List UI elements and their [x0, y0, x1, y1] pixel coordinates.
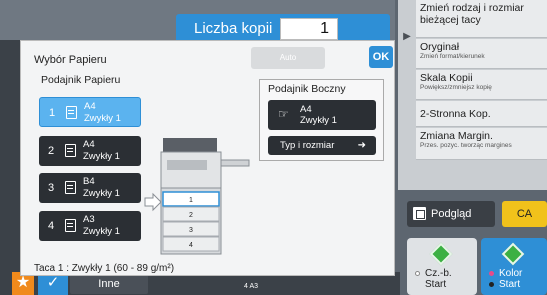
- color-dot-icon: [489, 282, 494, 287]
- menu-title: Zmiana Margin.: [420, 130, 493, 142]
- tray-info: 4 A3: [244, 283, 259, 290]
- preview-icon: [413, 207, 426, 220]
- tray-size: A3: [83, 214, 95, 225]
- menu-title: 2-Stronna Kop.: [420, 108, 491, 120]
- tray-size: A4: [83, 139, 95, 150]
- side-tray-box: Podajnik Boczny ☞ A4 Zwykły 1 Typ i rozm…: [259, 79, 384, 161]
- printer-tray-label: 2: [189, 212, 193, 219]
- tray-button-1[interactable]: 1 A4 Zwykły 1: [39, 97, 141, 127]
- paper-icon: [65, 144, 76, 157]
- tray-button-3[interactable]: 3 B4 Zwykły 1: [39, 173, 141, 203]
- printer-illustration: 1 2 3 4: [144, 138, 250, 255]
- ca-button[interactable]: CA: [502, 201, 547, 227]
- menu-scale[interactable]: Skala Kopii Powiększ/zmniejsz kopię: [416, 70, 547, 100]
- tray-text: A4 Zwykły 1: [83, 139, 120, 163]
- tray-number: 4: [48, 220, 55, 232]
- type-size-button[interactable]: Typ i rozmiar ➜: [268, 136, 376, 155]
- paper-select-dialog: Wybór Papieru Auto OK Podajnik Papieru 1…: [20, 40, 395, 276]
- tray-section-title: Podajnik Papieru: [41, 74, 121, 86]
- preview-label: Podgląd: [431, 208, 472, 220]
- other-button[interactable]: Inne: [70, 274, 148, 294]
- paper-icon: [65, 219, 76, 232]
- tray-type: Zwykły 1: [83, 188, 120, 199]
- printer-tray-label: 1: [189, 197, 193, 204]
- tray-type: Zwykły 1: [84, 113, 121, 124]
- left-strip: [0, 40, 20, 295]
- tray-type: Zwykły 1: [83, 151, 120, 162]
- start-bw-word: Start: [425, 279, 447, 290]
- side-tray-button[interactable]: ☞ A4 Zwykły 1: [268, 100, 376, 130]
- side-tray-title: Podajnik Boczny: [268, 83, 346, 95]
- tray-button-4[interactable]: 4 A3 Zwykły 1: [39, 211, 141, 241]
- menu-title: Oryginał: [420, 41, 460, 53]
- start-icon: [429, 242, 453, 266]
- tray-type: Zwykły 1: [83, 226, 120, 237]
- tray-number: 3: [48, 182, 55, 194]
- start-icon: [501, 242, 525, 266]
- menu-subtitle: Przes. pozyc. tworząc margines: [420, 142, 512, 149]
- start-bw-button[interactable]: Cz.-b. Start: [407, 238, 477, 295]
- tray-size: A4: [84, 101, 96, 112]
- hand-feed-icon: ☞: [278, 107, 289, 121]
- tray-number: 2: [48, 145, 55, 157]
- menu-title: Zmień rodzaj i rozmiar bieżącej tacy: [420, 2, 524, 26]
- paper-icon: [66, 106, 77, 119]
- side-tray-text: A4 Zwykły 1: [300, 104, 337, 126]
- dialog-title: Wybór Papieru: [34, 54, 107, 66]
- start-color-word: Start: [499, 279, 521, 290]
- tray-text: A4 Zwykły 1: [84, 101, 121, 125]
- menu-duplex[interactable]: 2-Stronna Kop.: [416, 101, 547, 127]
- tray-size: B4: [83, 176, 95, 187]
- start-bw-label: Cz.-b. Start: [425, 268, 452, 290]
- printer-tray-label: 3: [189, 227, 193, 234]
- menu-subtitle: Powiększ/zmniejsz kopię: [420, 84, 492, 91]
- side-tray-type: Zwykły 1: [300, 115, 337, 126]
- copies-field[interactable]: 1: [280, 18, 338, 40]
- arrow-right-icon: ➜: [357, 140, 366, 151]
- start-bw-mode: Cz.-b.: [425, 268, 452, 279]
- start-color-button[interactable]: Kolor Start: [481, 238, 547, 295]
- selected-tray-info: Taca 1 : Zwykły 1 (60 - 89 g/m²): [34, 263, 175, 274]
- auto-button[interactable]: Auto: [251, 47, 325, 69]
- paper-icon: [65, 181, 76, 194]
- menu-title: Skala Kopii: [420, 72, 473, 84]
- side-tray-size: A4: [300, 104, 312, 115]
- tray-button-2[interactable]: 2 A4 Zwykły 1: [39, 136, 141, 166]
- copies-label: Liczba kopii: [194, 20, 273, 37]
- start-color-mode: Kolor: [499, 268, 523, 279]
- start-color-label: Kolor Start: [499, 268, 522, 290]
- ok-button[interactable]: OK: [369, 46, 393, 68]
- tray-text: A3 Zwykły 1: [83, 214, 120, 238]
- menu-margin[interactable]: Zmiana Margin. Przes. pozyc. tworząc mar…: [416, 128, 547, 160]
- menu-subtitle: Zmień format/kierunek: [420, 53, 485, 60]
- expand-arrow-icon[interactable]: ▶: [398, 28, 416, 46]
- preview-button[interactable]: Podgląd: [407, 201, 495, 227]
- menu-change-tray[interactable]: Zmień rodzaj i rozmiar bieżącej tacy: [416, 0, 547, 38]
- printer-tray-label: 4: [189, 242, 193, 249]
- color-dot-icon: [489, 271, 494, 276]
- tray-number: 1: [49, 107, 56, 119]
- tray-text: B4 Zwykły 1: [83, 176, 120, 200]
- type-size-label: Typ i rozmiar: [280, 140, 335, 151]
- menu-original[interactable]: Oryginał Zmień format/kierunek: [416, 39, 547, 69]
- bw-dot-icon: [415, 271, 420, 276]
